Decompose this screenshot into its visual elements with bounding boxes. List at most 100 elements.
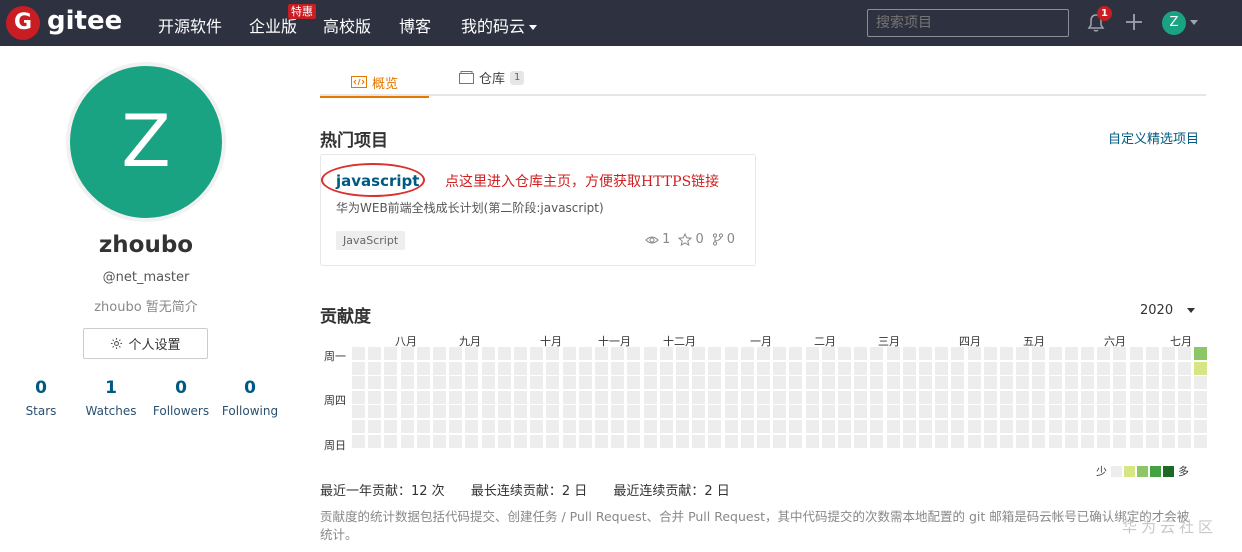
- contribution-day-cell[interactable]: [854, 391, 867, 404]
- contribution-day-cell[interactable]: [530, 376, 543, 389]
- contribution-day-cell[interactable]: [579, 376, 592, 389]
- contribution-day-cell[interactable]: [1016, 405, 1029, 418]
- contribution-day-cell[interactable]: [417, 362, 430, 375]
- contribution-day-cell[interactable]: [887, 391, 900, 404]
- contribution-day-cell[interactable]: [514, 347, 527, 360]
- contribution-day-cell[interactable]: [417, 391, 430, 404]
- contribution-day-cell[interactable]: [773, 420, 786, 433]
- contribution-day-cell[interactable]: [935, 347, 948, 360]
- contribution-day-cell[interactable]: [692, 376, 705, 389]
- contribution-day-cell[interactable]: [1194, 420, 1207, 433]
- contribution-day-cell[interactable]: [822, 435, 835, 448]
- contribution-day-cell[interactable]: [1194, 391, 1207, 404]
- contribution-day-cell[interactable]: [1162, 391, 1175, 404]
- stat-following[interactable]: 0 Following: [215, 378, 285, 418]
- contribution-day-cell[interactable]: [1032, 405, 1045, 418]
- contribution-day-cell[interactable]: [465, 405, 478, 418]
- contribution-day-cell[interactable]: [1113, 405, 1126, 418]
- contribution-day-cell[interactable]: [563, 420, 576, 433]
- contribution-day-cell[interactable]: [1130, 347, 1143, 360]
- contribution-day-cell[interactable]: [498, 391, 511, 404]
- contribution-day-cell[interactable]: [968, 376, 981, 389]
- contribution-day-cell[interactable]: [773, 376, 786, 389]
- contribution-day-cell[interactable]: [1081, 362, 1094, 375]
- contribution-day-cell[interactable]: [1146, 347, 1159, 360]
- contribution-day-cell[interactable]: [449, 420, 462, 433]
- contribution-day-cell[interactable]: [725, 376, 738, 389]
- contribution-day-cell[interactable]: [725, 405, 738, 418]
- contribution-day-cell[interactable]: [1130, 376, 1143, 389]
- contribution-day-cell[interactable]: [806, 391, 819, 404]
- contribution-day-cell[interactable]: [611, 391, 624, 404]
- contribution-day-cell[interactable]: [660, 376, 673, 389]
- contribution-day-cell[interactable]: [1065, 376, 1078, 389]
- contribution-day-cell[interactable]: [903, 362, 916, 375]
- contribution-day-cell[interactable]: [708, 376, 721, 389]
- contribution-day-cell[interactable]: [1146, 405, 1159, 418]
- contribution-day-cell[interactable]: [1000, 391, 1013, 404]
- contribution-day-cell[interactable]: [352, 405, 365, 418]
- contribution-day-cell[interactable]: [498, 405, 511, 418]
- contribution-day-cell[interactable]: [514, 362, 527, 375]
- contribution-day-cell[interactable]: [563, 376, 576, 389]
- contribution-day-cell[interactable]: [546, 347, 559, 360]
- contribution-day-cell[interactable]: [870, 362, 883, 375]
- contribution-day-cell[interactable]: [757, 376, 770, 389]
- contribution-day-cell[interactable]: [546, 405, 559, 418]
- personal-settings-button[interactable]: 个人设置: [83, 328, 208, 359]
- contribution-day-cell[interactable]: [563, 362, 576, 375]
- contribution-day-cell[interactable]: [968, 347, 981, 360]
- contribution-day-cell[interactable]: [838, 435, 851, 448]
- contribution-day-cell[interactable]: [1000, 420, 1013, 433]
- contribution-day-cell[interactable]: [482, 405, 495, 418]
- contribution-day-cell[interactable]: [595, 347, 608, 360]
- contribution-day-cell[interactable]: [951, 405, 964, 418]
- contribution-day-cell[interactable]: [1194, 376, 1207, 389]
- contribution-day-cell[interactable]: [854, 376, 867, 389]
- contribution-day-cell[interactable]: [417, 435, 430, 448]
- contribution-day-cell[interactable]: [708, 405, 721, 418]
- contribution-day-cell[interactable]: [708, 391, 721, 404]
- contribution-day-cell[interactable]: [627, 347, 640, 360]
- contribution-day-cell[interactable]: [368, 376, 381, 389]
- contribution-day-cell[interactable]: [757, 435, 770, 448]
- contribution-day-cell[interactable]: [417, 347, 430, 360]
- contribution-day-cell[interactable]: [1146, 420, 1159, 433]
- nav-blog[interactable]: 博客: [399, 13, 431, 37]
- contribution-day-cell[interactable]: [498, 362, 511, 375]
- contribution-day-cell[interactable]: [1000, 376, 1013, 389]
- contribution-day-cell[interactable]: [692, 391, 705, 404]
- contribution-day-cell[interactable]: [433, 362, 446, 375]
- contribution-day-cell[interactable]: [806, 405, 819, 418]
- contribution-day-cell[interactable]: [789, 405, 802, 418]
- contribution-day-cell[interactable]: [806, 362, 819, 375]
- contribution-day-cell[interactable]: [757, 347, 770, 360]
- contribution-day-cell[interactable]: [546, 376, 559, 389]
- contribution-day-cell[interactable]: [384, 362, 397, 375]
- contribution-day-cell[interactable]: [1113, 435, 1126, 448]
- contribution-day-cell[interactable]: [838, 405, 851, 418]
- contribution-day-cell[interactable]: [530, 405, 543, 418]
- contribution-day-cell[interactable]: [935, 391, 948, 404]
- contribution-day-cell[interactable]: [676, 376, 689, 389]
- year-select[interactable]: 2020: [1140, 303, 1196, 318]
- contribution-day-cell[interactable]: [984, 362, 997, 375]
- contribution-day-cell[interactable]: [887, 362, 900, 375]
- contribution-day-cell[interactable]: [1146, 376, 1159, 389]
- contribution-day-cell[interactable]: [806, 420, 819, 433]
- contribution-day-cell[interactable]: [708, 435, 721, 448]
- contribution-day-cell[interactable]: [1000, 362, 1013, 375]
- contribution-day-cell[interactable]: [660, 391, 673, 404]
- contribution-day-cell[interactable]: [514, 420, 527, 433]
- contribution-day-cell[interactable]: [741, 362, 754, 375]
- contribution-day-cell[interactable]: [919, 362, 932, 375]
- contribution-day-cell[interactable]: [887, 376, 900, 389]
- contribution-day-cell[interactable]: [676, 391, 689, 404]
- contribution-day-cell[interactable]: [757, 420, 770, 433]
- contribution-day-cell[interactable]: [692, 405, 705, 418]
- contribution-day-cell[interactable]: [1130, 435, 1143, 448]
- contribution-day-cell[interactable]: [465, 420, 478, 433]
- contribution-day-cell[interactable]: [806, 347, 819, 360]
- contribution-day-cell[interactable]: [1081, 420, 1094, 433]
- contribution-day-cell[interactable]: [951, 435, 964, 448]
